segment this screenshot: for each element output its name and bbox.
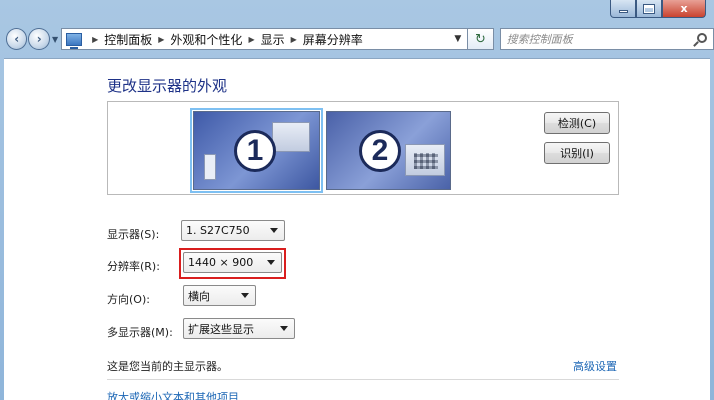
- page-title: 更改显示器的外观: [107, 77, 228, 95]
- search-placeholder: 搜索控制面板: [506, 33, 573, 46]
- window-thumbnail-icon: [405, 144, 445, 176]
- minimize-icon: [618, 10, 628, 13]
- display-select[interactable]: 1. S27C750: [181, 220, 285, 241]
- breadcrumb-separator-icon[interactable]: ▶: [92, 35, 98, 44]
- monitor-arrangement-panel: 1 2 检测(C) 识别(I): [107, 101, 619, 195]
- breadcrumb-separator-icon[interactable]: ▶: [248, 35, 254, 44]
- resolution-label: 分辨率(R):: [107, 260, 160, 273]
- window-thumbnail-icon: [204, 154, 216, 180]
- multiple-displays-select-value: 扩展这些显示: [188, 322, 254, 336]
- breadcrumb-display[interactable]: 显示: [261, 31, 285, 48]
- maximize-button[interactable]: [636, 0, 662, 18]
- back-arrow-icon: ‹: [14, 32, 20, 46]
- control-panel-icon: [66, 32, 83, 49]
- resolution-select-value: 1440 × 900: [188, 256, 254, 269]
- search-icon[interactable]: [696, 33, 707, 43]
- window-caption-buttons: x: [610, 0, 706, 18]
- orientation-select[interactable]: 横向: [183, 285, 256, 306]
- breadcrumb-separator-icon[interactable]: ▶: [158, 35, 164, 44]
- divider: [107, 379, 619, 380]
- orientation-label: 方向(O):: [107, 293, 150, 306]
- display-select-value: 1. S27C750: [186, 224, 250, 237]
- breadcrumb-separator-icon[interactable]: ▶: [291, 35, 297, 44]
- recent-pages-dropdown-icon[interactable]: ▼: [52, 35, 58, 44]
- forward-arrow-icon: ›: [36, 32, 42, 46]
- close-button[interactable]: x: [662, 0, 706, 18]
- maximize-icon: [643, 3, 655, 14]
- search-input[interactable]: 搜索控制面板: [499, 28, 714, 50]
- detect-button[interactable]: 检测(C): [544, 112, 610, 134]
- navigation-bar: ‹ › ▼ ▶ 控制面板 ▶ 外观和个性化 ▶ 显示 ▶ 屏幕分辨率 ▼ ↻ 搜…: [0, 24, 714, 54]
- monitor-number-badge: 2: [359, 130, 401, 172]
- back-button[interactable]: ‹: [6, 28, 28, 50]
- grid-icon: [414, 153, 438, 169]
- monitor-1[interactable]: 1: [190, 108, 323, 193]
- forward-button[interactable]: ›: [28, 28, 50, 50]
- monitor-2[interactable]: 2: [326, 111, 451, 190]
- address-bar[interactable]: ▶ 控制面板 ▶ 外观和个性化 ▶ 显示 ▶ 屏幕分辨率 ▼: [61, 28, 469, 50]
- identify-button[interactable]: 识别(I): [544, 142, 610, 164]
- content-area: 更改显示器的外观 1 2 检测(C) 识别(I) 显示器(S): 1. S27C…: [4, 58, 710, 400]
- breadcrumb-screen-resolution[interactable]: 屏幕分辨率: [303, 31, 363, 48]
- monitor-number-badge: 1: [234, 130, 276, 172]
- advanced-settings-link[interactable]: 高级设置: [573, 358, 617, 374]
- chevron-down-icon: [270, 228, 278, 233]
- display-label: 显示器(S):: [107, 228, 160, 241]
- primary-display-note: 这是您当前的主显示器。: [107, 360, 228, 373]
- chevron-down-icon: [241, 293, 249, 298]
- resolution-select[interactable]: 1440 × 900: [183, 252, 282, 273]
- minimize-button[interactable]: [610, 0, 636, 18]
- chevron-down-icon: [267, 260, 275, 265]
- refresh-button[interactable]: ↻: [468, 28, 494, 50]
- breadcrumb-control-panel[interactable]: 控制面板: [104, 31, 152, 48]
- refresh-icon: ↻: [474, 31, 486, 47]
- orientation-select-value: 横向: [188, 289, 210, 303]
- text-size-link[interactable]: 放大或缩小文本和其他项目: [107, 389, 239, 400]
- window-thumbnail-icon: [272, 122, 310, 152]
- address-dropdown-icon[interactable]: ▼: [454, 34, 461, 44]
- breadcrumb-appearance[interactable]: 外观和个性化: [170, 31, 242, 48]
- close-icon: x: [680, 2, 688, 15]
- chevron-down-icon: [280, 326, 288, 331]
- multiple-displays-label: 多显示器(M):: [107, 326, 173, 339]
- multiple-displays-select[interactable]: 扩展这些显示: [183, 318, 295, 339]
